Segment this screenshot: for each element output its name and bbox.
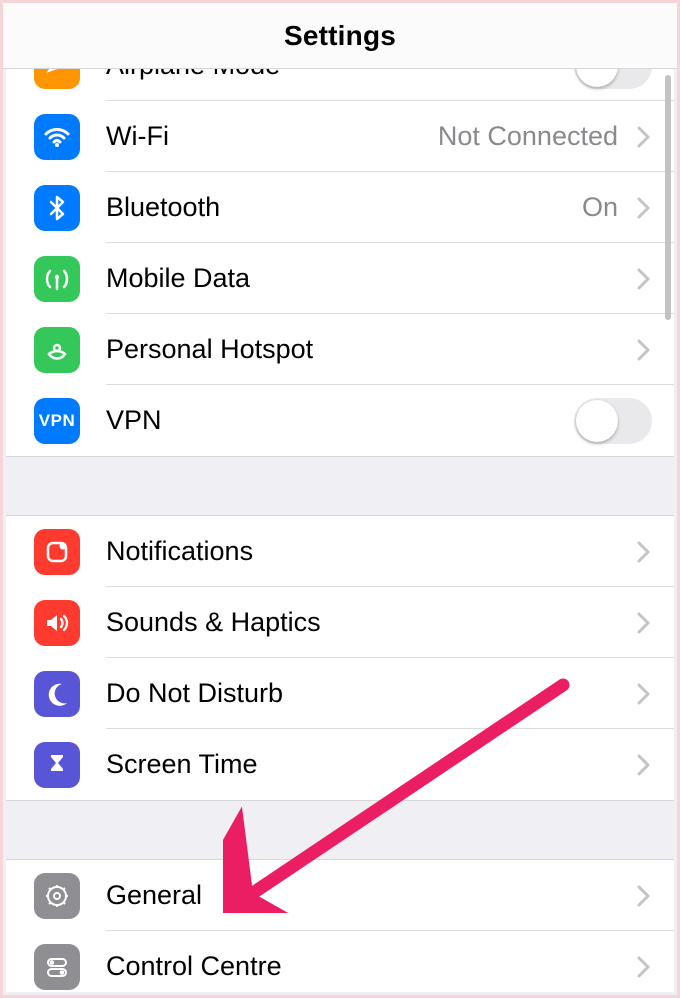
- row-label: Notifications: [106, 536, 626, 567]
- chevron-right-icon: [626, 197, 660, 219]
- vpn-icon-text: VPN: [39, 411, 75, 431]
- row-label: Personal Hotspot: [106, 334, 626, 365]
- chevron-right-icon: [626, 683, 660, 705]
- speaker-icon: [34, 600, 80, 646]
- settings-row-do-not-disturb[interactable]: Do Not Disturb: [6, 658, 674, 729]
- chevron-right-icon: [626, 754, 660, 776]
- scrollbar-indicator[interactable]: [665, 75, 671, 320]
- chevron-right-icon: [626, 541, 660, 563]
- settings-row-sounds-haptics[interactable]: Sounds & Haptics: [6, 587, 674, 658]
- navbar: Settings: [3, 3, 677, 69]
- settings-row-screen-time[interactable]: Screen Time: [6, 729, 674, 800]
- wifi-icon: [34, 114, 80, 160]
- chevron-right-icon: [626, 885, 660, 907]
- row-label: Sounds & Haptics: [106, 607, 626, 638]
- vpn-icon: VPN: [34, 398, 80, 444]
- settings-row-wifi[interactable]: Wi-FiNot Connected: [6, 101, 674, 172]
- row-label: Airplane Mode: [106, 69, 574, 81]
- settings-row-bluetooth[interactable]: BluetoothOn: [6, 172, 674, 243]
- airplane-mode-switch[interactable]: [574, 69, 652, 89]
- row-label: Screen Time: [106, 749, 626, 780]
- settings-row-control-centre[interactable]: Control Centre: [6, 931, 674, 992]
- row-label: Wi-Fi: [106, 121, 438, 152]
- settings-row-general[interactable]: General: [6, 860, 674, 931]
- settings-row-mobile-data[interactable]: Mobile Data: [6, 243, 674, 314]
- airplane-icon: [34, 69, 80, 89]
- row-value: On: [582, 192, 618, 223]
- settings-row-notifications[interactable]: Notifications: [6, 516, 674, 587]
- gear-icon: [34, 873, 80, 919]
- chevron-right-icon: [626, 956, 660, 978]
- settings-row-airplane-mode[interactable]: Airplane Mode: [6, 69, 674, 101]
- settings-scroll[interactable]: Airplane ModeWi-FiNot ConnectedBluetooth…: [6, 69, 674, 992]
- row-label: Do Not Disturb: [106, 678, 626, 709]
- row-label: Mobile Data: [106, 263, 626, 294]
- settings-group: Notifications Sounds & Haptics Do Not Dist…: [6, 515, 674, 801]
- hourglass-icon: [34, 742, 80, 788]
- row-label: Bluetooth: [106, 192, 582, 223]
- page-title: Settings: [284, 20, 396, 52]
- row-label: Control Centre: [106, 951, 626, 982]
- chevron-right-icon: [626, 339, 660, 361]
- settings-group: General Control Centre: [6, 859, 674, 992]
- row-label: VPN: [106, 405, 574, 436]
- row-value: Not Connected: [438, 121, 618, 152]
- chevron-right-icon: [626, 612, 660, 634]
- settings-group: Airplane ModeWi-FiNot ConnectedBluetooth…: [6, 69, 674, 457]
- notifications-icon: [34, 529, 80, 575]
- settings-row-personal-hotspot[interactable]: Personal Hotspot: [6, 314, 674, 385]
- chevron-right-icon: [626, 126, 660, 148]
- antenna-icon: [34, 256, 80, 302]
- moon-icon: [34, 671, 80, 717]
- toggles-icon: [34, 944, 80, 990]
- settings-row-vpn[interactable]: VPN VPN: [6, 385, 674, 456]
- vpn-switch[interactable]: [574, 398, 652, 444]
- hotspot-icon: [34, 327, 80, 373]
- row-label: General: [106, 880, 626, 911]
- chevron-right-icon: [626, 268, 660, 290]
- bluetooth-icon: [34, 185, 80, 231]
